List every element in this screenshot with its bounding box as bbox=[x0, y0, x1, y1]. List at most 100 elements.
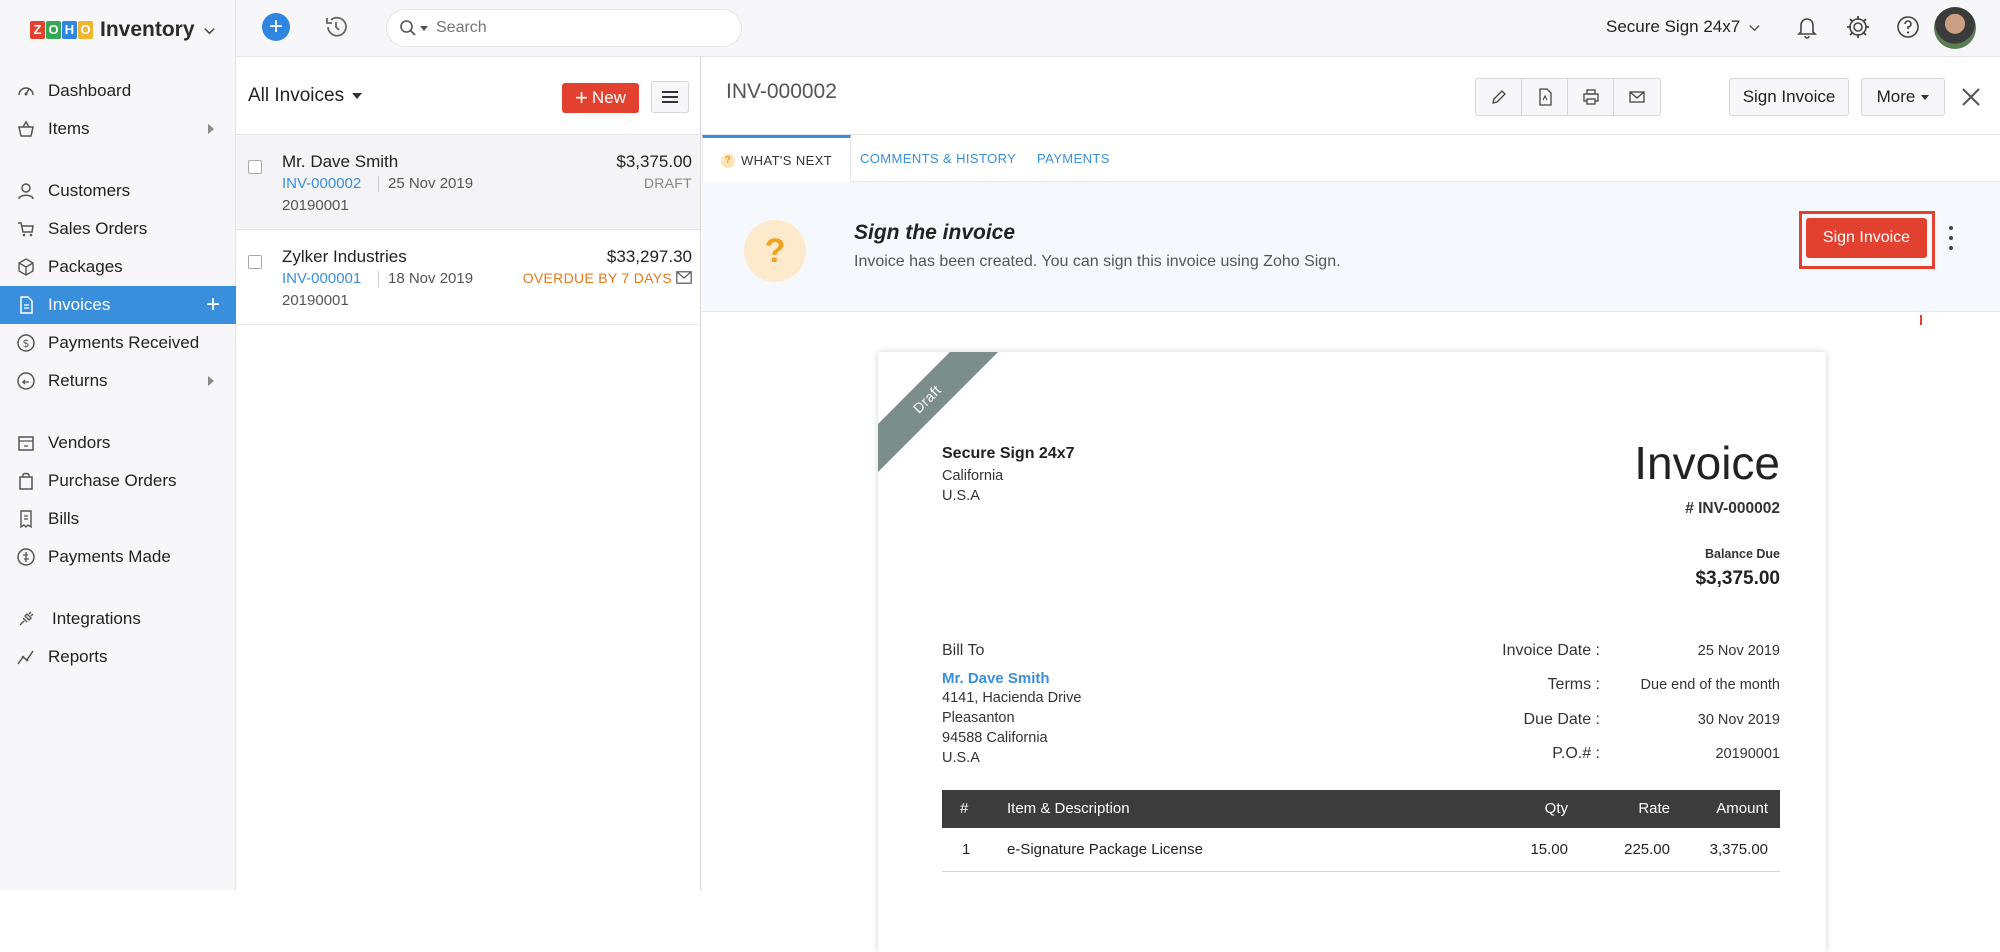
sidebar-item-bills[interactable]: Bills bbox=[0, 500, 236, 538]
invoice-list-panel: All Invoices + New Mr. Dave Smith $3,375… bbox=[236, 57, 701, 890]
whats-next-banner: ? Sign the invoice Invoice has been crea… bbox=[702, 182, 2000, 325]
dollar-circle-icon: $ bbox=[16, 333, 36, 353]
chevron-right-icon[interactable] bbox=[208, 376, 214, 386]
lightbulb-icon: ? bbox=[744, 220, 806, 282]
sidebar-item-returns[interactable]: Returns bbox=[0, 362, 236, 400]
help-icon[interactable] bbox=[1895, 14, 1921, 40]
list-menu-button[interactable] bbox=[651, 81, 689, 113]
plug-icon bbox=[16, 609, 36, 629]
list-header: All Invoices + New bbox=[236, 57, 700, 135]
bill-icon bbox=[16, 509, 36, 529]
status-badge: DRAFT bbox=[643, 175, 692, 191]
tab-label: PAYMENTS bbox=[1037, 151, 1110, 166]
sidebar-item-reports[interactable]: Reports bbox=[0, 638, 236, 676]
sidebar-item-label: Items bbox=[48, 119, 90, 138]
sidebar-item-vendors[interactable]: Vendors bbox=[0, 424, 236, 462]
caret-down-icon bbox=[352, 93, 363, 99]
customer-name: Zylker Industries bbox=[282, 247, 407, 266]
list-item[interactable]: Mr. Dave Smith $3,375.00 INV-000002 25 N… bbox=[236, 135, 700, 230]
tab-payments[interactable]: PAYMENTS bbox=[1037, 135, 1110, 182]
sidebar-item-purchase-orders[interactable]: Purchase Orders bbox=[0, 462, 236, 500]
chevron-down-icon bbox=[1749, 24, 1760, 31]
shopping-bag-icon bbox=[16, 471, 36, 491]
sign-invoice-toolbar-button[interactable]: Sign Invoice bbox=[1729, 78, 1849, 116]
logo-letter-h: H bbox=[62, 21, 77, 39]
invoice-date-value: 25 Nov 2019 bbox=[1697, 643, 1780, 659]
add-invoice-icon[interactable]: + bbox=[206, 293, 220, 317]
avatar[interactable] bbox=[1934, 7, 1976, 49]
invoice-heading: Invoice bbox=[1634, 437, 1780, 489]
invoice-amount: $3,375.00 bbox=[616, 152, 692, 171]
row-checkbox[interactable] bbox=[248, 160, 262, 174]
sidebar-item-sales-orders[interactable]: Sales Orders bbox=[0, 210, 236, 248]
search-input[interactable] bbox=[436, 19, 716, 37]
brand-name: Inventory bbox=[100, 18, 195, 41]
bill-to-name[interactable]: Mr. Dave Smith bbox=[942, 670, 1050, 687]
balance-due-label: Balance Due bbox=[1704, 547, 1780, 561]
cell-qty: 15.00 bbox=[1530, 841, 1568, 858]
sidebar-item-invoices[interactable]: Invoices + bbox=[0, 286, 236, 324]
new-button-label: New bbox=[591, 88, 626, 107]
caret-down-icon bbox=[1921, 94, 1930, 100]
sidebar-item-items[interactable]: Items bbox=[0, 110, 236, 148]
search-bar[interactable] bbox=[386, 9, 742, 47]
quick-create-plus-icon[interactable]: + bbox=[262, 13, 290, 41]
detail-header: INV-000002 Sign Invoice More bbox=[702, 57, 2000, 135]
tab-label: WHAT'S NEXT bbox=[741, 153, 833, 168]
bell-icon[interactable] bbox=[1794, 14, 1820, 40]
search-filter-caret-icon[interactable] bbox=[420, 25, 428, 31]
sidebar-item-label: Payments Received bbox=[48, 333, 200, 352]
zoho-logo: Z O H O bbox=[30, 21, 94, 39]
table-header: # Item & Description Qty Rate Amount bbox=[942, 790, 1780, 828]
sidebar-item-customers[interactable]: Customers bbox=[0, 172, 236, 210]
chevron-right-icon[interactable] bbox=[208, 124, 214, 134]
row-checkbox[interactable] bbox=[248, 255, 262, 269]
sidebar-item-integrations[interactable]: Integrations bbox=[0, 600, 236, 638]
print-icon bbox=[1582, 89, 1599, 105]
close-icon[interactable] bbox=[1959, 85, 1983, 109]
status-badge: OVERDUE BY 7 DAYS bbox=[522, 270, 672, 286]
org-switcher[interactable]: Secure Sign 24x7 bbox=[1606, 17, 1761, 37]
company-address-line: California bbox=[942, 468, 1004, 484]
mail-icon bbox=[1629, 91, 1645, 103]
terms-label: Terms : bbox=[1547, 676, 1600, 693]
col-num-header: # bbox=[960, 800, 969, 817]
brand[interactable]: Z O H O Inventory bbox=[30, 14, 216, 46]
tab-whats-next[interactable]: ? WHAT'S NEXT bbox=[702, 135, 852, 183]
chart-line-icon bbox=[16, 647, 36, 667]
page-title: INV-000002 bbox=[726, 80, 837, 103]
view-selector[interactable]: All Invoices bbox=[248, 85, 363, 107]
sign-invoice-button-label: Sign Invoice bbox=[1822, 229, 1911, 246]
bill-to-address-line: U.S.A bbox=[942, 750, 980, 766]
edit-button[interactable] bbox=[1476, 79, 1522, 115]
new-invoice-button[interactable]: + New bbox=[562, 83, 639, 113]
logo-letter-o: O bbox=[46, 21, 61, 39]
dashboard-icon bbox=[16, 81, 36, 101]
email-button[interactable] bbox=[1614, 79, 1660, 115]
sidebar-item-dashboard[interactable]: Dashboard bbox=[0, 72, 236, 110]
list-item[interactable]: Zylker Industries $33,297.30 INV-000001 … bbox=[236, 230, 700, 325]
sidebar-item-payments-made[interactable]: Payments Made bbox=[0, 538, 236, 576]
tab-comments-history[interactable]: COMMENTS & HISTORY bbox=[860, 135, 1016, 182]
chevron-down-icon[interactable] bbox=[203, 24, 216, 37]
search-icon bbox=[400, 20, 416, 36]
pencil-icon bbox=[1491, 90, 1506, 104]
history-icon[interactable] bbox=[322, 13, 350, 41]
company-name: Secure Sign 24x7 bbox=[942, 445, 1075, 462]
sidebar-item-packages[interactable]: Packages bbox=[0, 248, 236, 286]
logo-letter-o2: O bbox=[78, 21, 93, 39]
gear-icon[interactable] bbox=[1845, 14, 1871, 40]
sidebar-item-payments-received[interactable]: $ Payments Received bbox=[0, 324, 236, 362]
more-button[interactable]: More bbox=[1861, 78, 1945, 116]
sidebar-item-label: Dashboard bbox=[48, 81, 132, 100]
sign-invoice-button[interactable]: Sign Invoice bbox=[1806, 218, 1927, 258]
pdf-button[interactable] bbox=[1522, 79, 1568, 115]
sidebar-item-label: Bills bbox=[48, 509, 80, 528]
print-button[interactable] bbox=[1568, 79, 1614, 115]
sidebar-item-label: Sales Orders bbox=[48, 219, 148, 238]
col-rate-header: Rate bbox=[1638, 800, 1670, 817]
plus-icon: + bbox=[575, 85, 588, 110]
user-icon bbox=[16, 181, 36, 201]
detail-tabs: ? WHAT'S NEXT COMMENTS & HISTORY PAYMENT… bbox=[702, 135, 2000, 183]
more-options-icon[interactable] bbox=[1949, 226, 1955, 250]
